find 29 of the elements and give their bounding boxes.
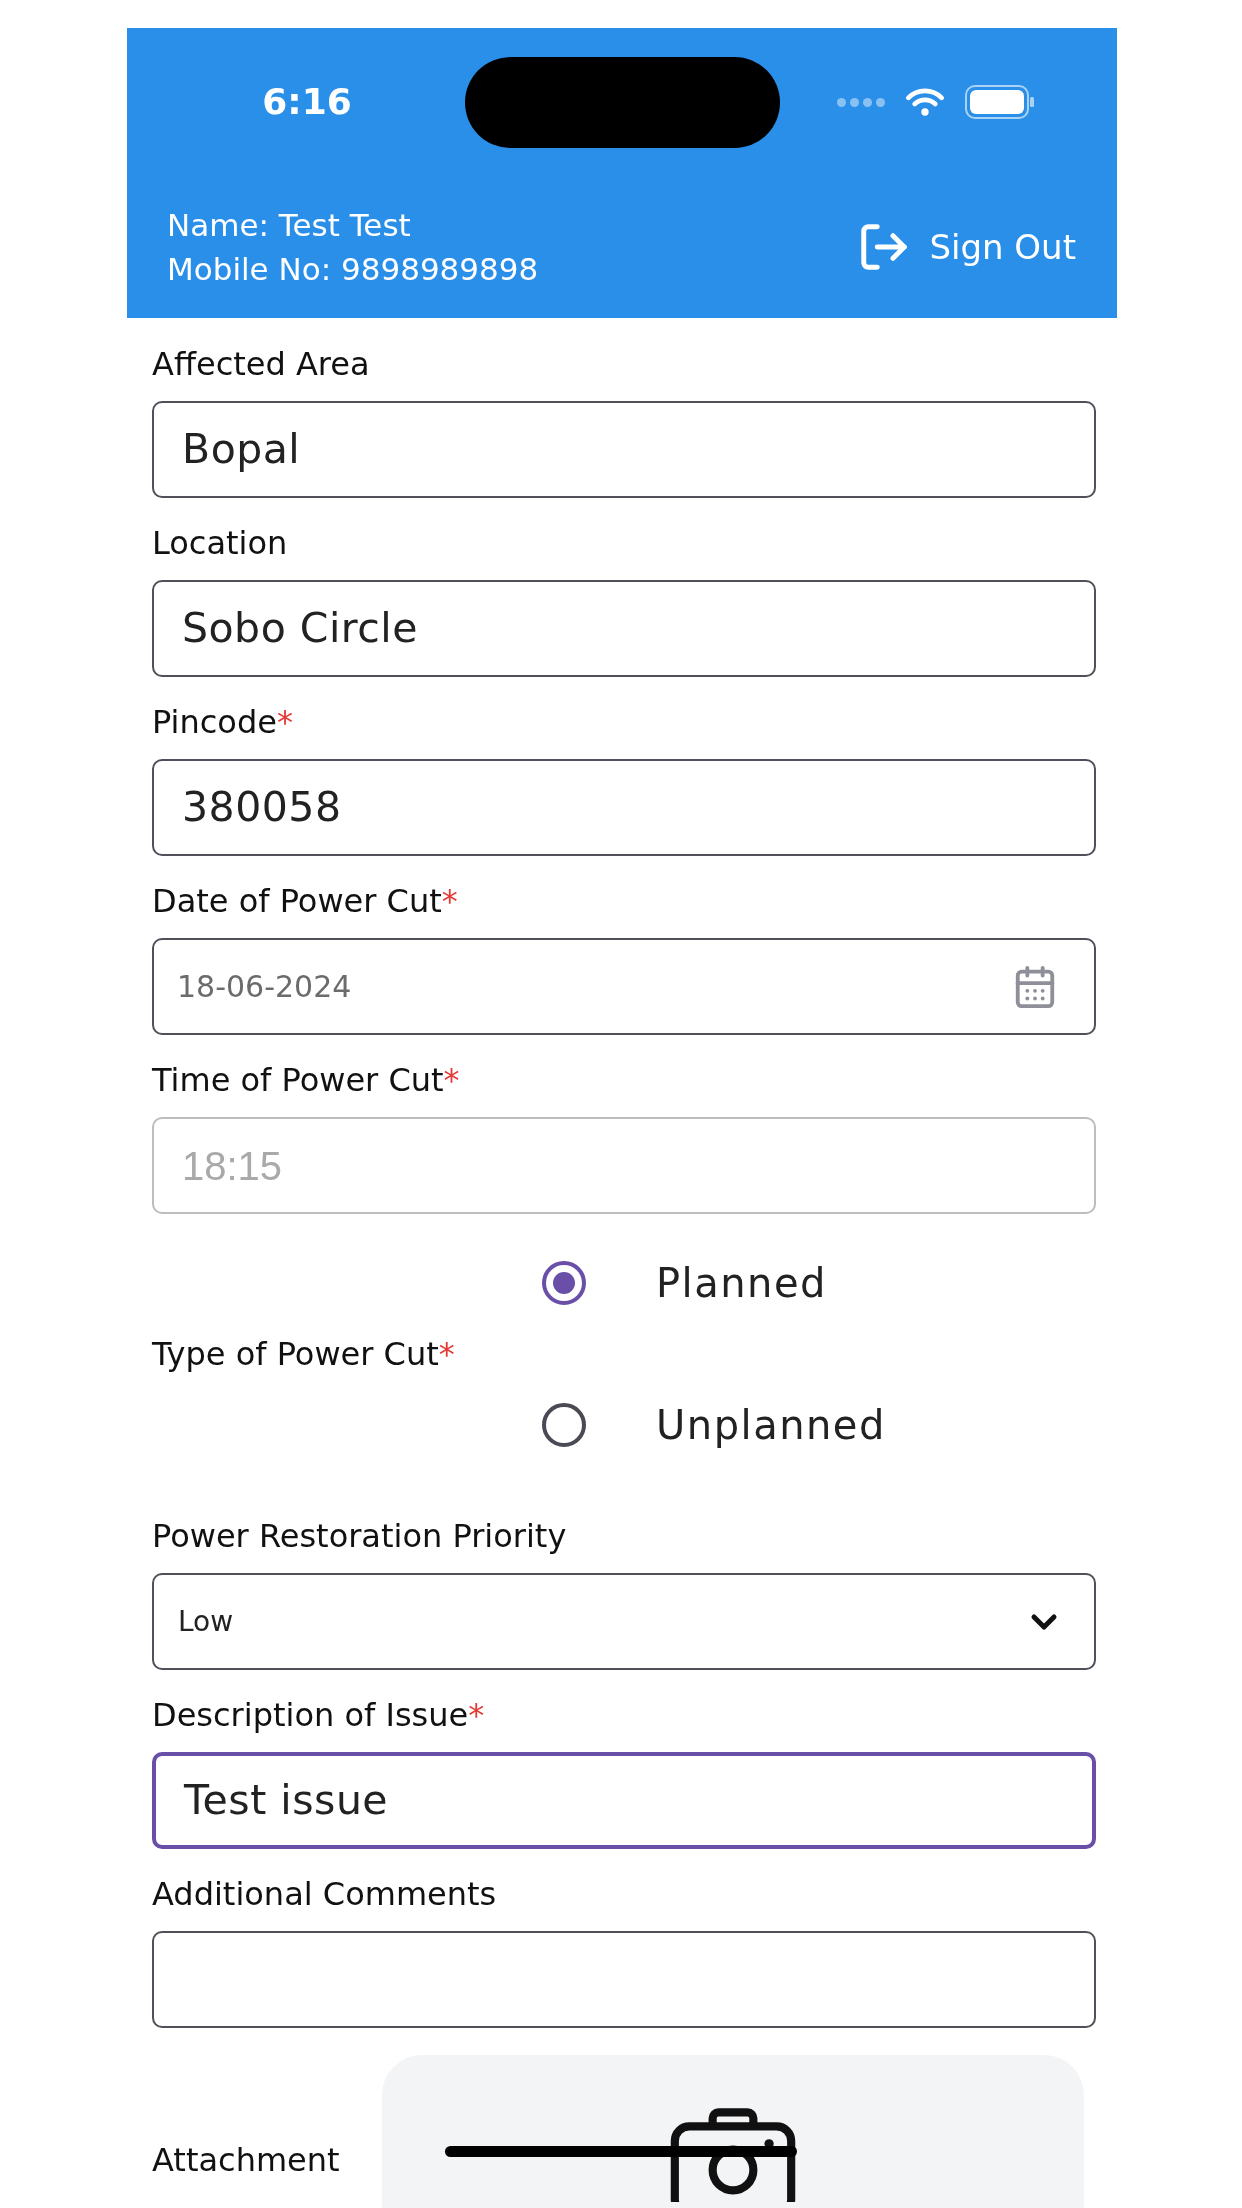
field-label: Affected Area — [152, 344, 370, 384]
attachment-upload-area[interactable] — [382, 2055, 1084, 2208]
radio-button[interactable] — [542, 1261, 586, 1305]
signal-dots-icon — [837, 97, 885, 107]
battery-icon — [965, 85, 1035, 119]
field-label: Date of Power Cut* — [152, 881, 458, 921]
wifi-icon — [905, 87, 945, 117]
camera-icon — [669, 2106, 797, 2202]
field-label: Location — [152, 523, 288, 563]
field-label: Description of Issue* — [152, 1695, 485, 1735]
radio-button[interactable] — [542, 1403, 586, 1447]
radio-label: Unplanned — [656, 1401, 886, 1450]
text-field[interactable]: Sobo Circle — [152, 580, 1096, 677]
field-label: Time of Power Cut* — [152, 1060, 460, 1100]
text-field[interactable]: 380058 — [152, 759, 1096, 856]
status-time: 6:16 — [262, 80, 352, 124]
field-label: Attachment — [152, 2140, 340, 2180]
radio-label: Planned — [656, 1259, 827, 1308]
text-field[interactable]: Test issue — [152, 1752, 1096, 1849]
field-label: Pincode* — [152, 702, 293, 742]
text-field[interactable]: Bopal — [152, 401, 1096, 498]
field-label: Power Restoration Priority — [152, 1516, 567, 1556]
text-field[interactable] — [152, 1931, 1096, 2028]
date-field[interactable]: 18-06-2024 — [152, 938, 1096, 1035]
select-field[interactable]: Low — [152, 1573, 1096, 1670]
user-mobile: Mobile No: 9898989898 — [167, 250, 539, 289]
user-name: Name: Test Test — [167, 206, 412, 245]
field-label: Type of Power Cut* — [152, 1334, 455, 1374]
field-label: Additional Comments — [152, 1874, 497, 1914]
